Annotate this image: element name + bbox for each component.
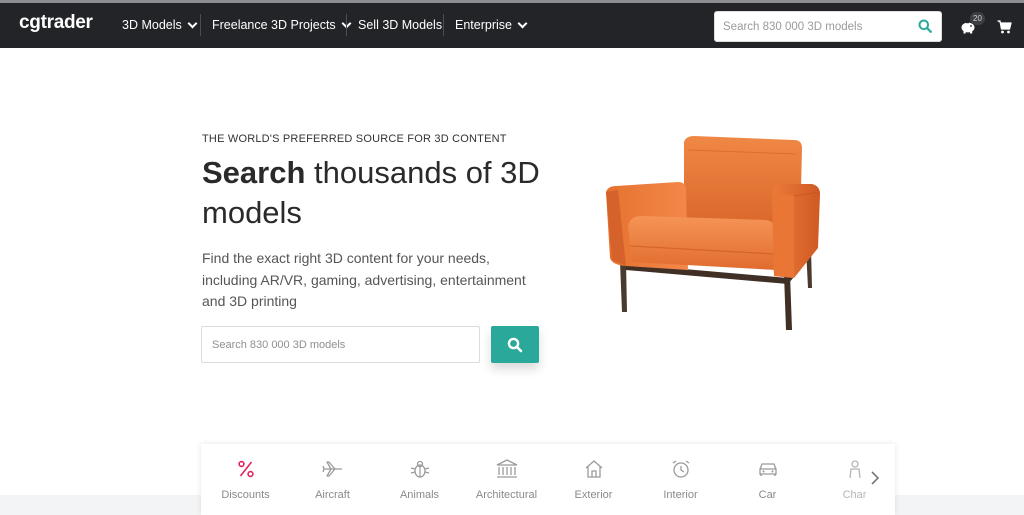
category-label: Architectural <box>475 489 538 501</box>
bug-icon <box>410 460 429 478</box>
category-next-button[interactable] <box>866 468 884 488</box>
hero-search-button[interactable] <box>491 326 539 363</box>
house-icon <box>585 460 602 478</box>
category-label: Char <box>842 489 867 501</box>
category-label: Animals <box>399 489 440 501</box>
hero-eyebrow: THE WORLD'S PREFERRED SOURCE FOR 3D CONT… <box>202 133 507 145</box>
chevron-down-icon <box>517 18 528 28</box>
nav-sell-label: Sell 3D Models <box>358 18 443 32</box>
car-icon <box>758 463 777 476</box>
nav-3d-models-label: 3D Models <box>122 18 182 32</box>
chevron-down-icon <box>187 18 198 28</box>
alarm-clock-icon <box>672 460 689 478</box>
category-interior[interactable]: Interior <box>637 456 724 501</box>
hero-subtext: Find the exact right 3D content for your… <box>202 250 526 309</box>
percent-icon <box>237 460 254 478</box>
nav-sell[interactable]: Sell 3D Models <box>358 18 442 32</box>
nav-search-input[interactable] <box>715 12 905 41</box>
nav-freelance[interactable]: Freelance 3D Projects <box>212 18 352 32</box>
category-label: Aircraft <box>315 489 350 501</box>
logo[interactable]: cgtrader <box>19 12 93 34</box>
search-icon[interactable] <box>918 19 932 38</box>
hero-search-box <box>201 326 480 363</box>
category-exterior[interactable]: Exterior <box>550 456 637 501</box>
category-label: Interior <box>663 489 698 501</box>
navbar: cgtrader 3D Models Freelance 3D Projects… <box>0 3 1024 48</box>
category-car[interactable]: Car <box>724 456 811 501</box>
hero-search-input[interactable] <box>202 327 479 362</box>
armchair-image <box>606 136 821 330</box>
category-label: Exterior <box>574 489 613 501</box>
chevron-right-icon <box>871 471 880 485</box>
nav-enterprise[interactable]: Enterprise <box>455 18 528 32</box>
hero-headline: Search thousands of 3D models <box>202 153 542 233</box>
nav-divider <box>346 14 347 36</box>
category-aircraft[interactable]: Aircraft <box>289 456 376 501</box>
category-animals[interactable]: Animals <box>376 456 463 501</box>
nav-3d-models[interactable]: 3D Models <box>122 18 198 32</box>
search-icon <box>507 337 523 352</box>
nav-freelance-label: Freelance 3D Projects <box>212 18 336 32</box>
category-discounts[interactable]: Discounts <box>202 456 289 501</box>
nav-search-box <box>714 11 942 42</box>
category-label: Car <box>758 489 777 501</box>
nav-enterprise-label: Enterprise <box>455 18 512 32</box>
headline-bold: Search <box>202 155 306 190</box>
character-icon <box>848 460 861 479</box>
category-bar: Discounts Aircraft Animals Architectural… <box>201 444 895 515</box>
building-icon <box>496 459 517 478</box>
category-label: Discounts <box>221 489 270 501</box>
airplane-icon <box>321 461 342 477</box>
nav-divider <box>443 14 444 36</box>
cart-icon[interactable] <box>997 20 1012 39</box>
category-architectural[interactable]: Architectural <box>463 456 550 501</box>
notification-badge: 20 <box>970 12 985 25</box>
nav-divider <box>200 14 201 36</box>
